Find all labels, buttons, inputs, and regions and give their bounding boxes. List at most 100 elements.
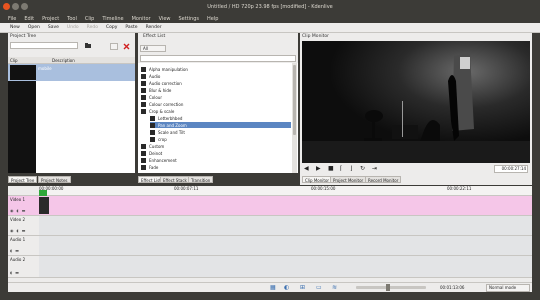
speaker-icon[interactable]: ◖ [17,228,19,233]
menu-monitor[interactable]: Monitor [132,16,151,22]
waveform-icon[interactable]: ≋ [332,284,337,291]
clip-dropdown-button[interactable] [110,43,118,50]
effect-category-enhancement[interactable]: Enhancement [141,157,291,163]
effect-category-audio-correction[interactable]: Audio correction [141,80,291,86]
menu-settings[interactable]: Settings [179,16,200,22]
track-name: Audio 2 [10,257,26,262]
effect-item-label: Colour [149,94,162,100]
effect-category-colour[interactable]: Colour [141,94,291,100]
redo-button[interactable]: Redo [87,25,98,30]
clip-thumbnail[interactable] [39,197,49,214]
loop-icon[interactable]: ↻ [360,165,365,172]
tab-clip-monitor[interactable]: Clip Monitor [302,176,333,183]
lock-icon[interactable]: ▬ [15,270,19,275]
effect-item-scale-tilt[interactable]: Scale and Tilt [150,129,300,135]
project-clip-row[interactable]: mobile [8,64,135,81]
undo-button[interactable]: Undo [67,25,79,30]
stop-icon[interactable]: ■ [328,165,334,172]
effect-category-crop[interactable]: Crop & scale [141,108,291,114]
effect-item-letterbox[interactable]: Letterbhbed [150,115,300,121]
effect-category-colour-correction[interactable]: Colour correction [141,101,291,107]
status-bar: ▦ ◐ ⊞ ▭ ≋ 00:01:13:06 Normal mode [8,282,532,292]
menu-tool[interactable]: Tool [67,16,77,22]
thumbnail-icon[interactable]: ▭ [316,284,322,291]
save-button[interactable]: Save [48,25,59,30]
effect-search-input[interactable] [140,55,296,62]
lock-icon[interactable]: ▬ [22,208,26,213]
effect-category-audio[interactable]: Audio [141,73,291,79]
track-lane-video2[interactable] [39,216,532,236]
track-lane-video1[interactable] [39,196,532,216]
main-toolbar: New Open Save Undo Redo Copy Paste Rende… [0,23,540,33]
timeline-ruler[interactable]: 00:00:00:00 00:00:07:11 00:00:15:00 00:0… [39,186,532,196]
speaker-icon[interactable]: ◖ [10,270,12,275]
zone-out-icon[interactable]: ⌋ [350,165,352,172]
effect-scrollbar[interactable] [292,63,297,173]
effect-category-alpha[interactable]: Alpha manipulation [141,66,291,72]
tab-effect-stack[interactable]: Effect Stack [160,176,190,183]
split-audio-icon[interactable]: ⊞ [300,284,305,291]
effect-filter-select[interactable]: All [140,45,166,52]
rewind-icon[interactable]: ◀ [304,165,309,172]
effect-tree: Alpha manipulation Audio Audio correctio… [138,63,298,173]
play-icon[interactable]: ▶ [316,165,321,172]
grid-icon[interactable]: ▦ [270,284,276,291]
track-header-audio2[interactable]: Audio 2 ◖ ▬ [8,256,39,278]
snap-icon[interactable]: ◐ [284,284,289,291]
effect-category-custom[interactable]: Custom [141,143,291,149]
speaker-icon[interactable]: ◖ [10,248,12,253]
clip-thumbnail [10,65,36,80]
folder-icon [141,143,146,149]
paste-button[interactable]: Paste [125,25,137,30]
lock-icon[interactable]: ▬ [15,248,19,253]
monitor-timecode[interactable]: 00:00:27:14 [494,165,528,173]
menu-view[interactable]: View [159,16,171,22]
effect-category-blur[interactable]: Blur & hide [141,87,291,93]
render-button[interactable]: Render [146,25,162,30]
tab-project-notes[interactable]: Project Notes [38,176,71,183]
seek-icon[interactable]: ⇥ [372,165,377,172]
new-button[interactable]: New [10,25,20,30]
menu-file[interactable]: File [8,16,16,22]
project-search-input[interactable] [10,42,78,49]
track-lane-audio1[interactable] [39,236,532,256]
zoom-slider[interactable] [356,284,426,291]
track-lane-audio2[interactable] [39,256,532,278]
menu-help[interactable]: Help [207,16,218,22]
effect-icon [150,136,155,142]
tab-record-monitor[interactable]: Record Monitor [365,176,402,183]
menu-clip[interactable]: Clip [85,16,94,22]
track-header-video2[interactable]: Video 2 ◉ ◖ ▬ [8,216,39,236]
track-header-video1[interactable]: Video 1 ◉ ◖ ▬ [8,196,39,216]
tab-transition[interactable]: Transition [188,176,214,183]
open-button[interactable]: Open [28,25,40,30]
effect-item-label: Audio [149,73,161,79]
eye-icon[interactable]: ◉ [10,208,14,213]
effect-item-crop[interactable]: crop [150,136,300,142]
edit-mode-value: Normal mode [489,285,517,290]
menu-project[interactable]: Project [42,16,59,22]
effect-item-pan-zoom[interactable]: Pan and Zoom [150,122,291,128]
add-clip-icon[interactable] [84,42,92,49]
lock-icon[interactable]: ▬ [22,228,26,233]
effect-list-title: Effect List [143,34,166,39]
speaker-icon[interactable]: ◖ [17,208,19,213]
effect-item-label: Letterbhbed [158,115,183,121]
menu-edit[interactable]: Edit [24,16,34,22]
effect-scrollbar-thumb[interactable] [293,65,296,135]
col-clip[interactable]: Clip [10,58,18,63]
tab-project-tree[interactable]: Project Tree [8,176,38,183]
zoom-slider-thumb[interactable] [386,284,390,291]
tab-project-monitor[interactable]: Project Monitor [330,176,367,183]
effect-category-fade[interactable]: Fade [141,164,291,170]
effect-item-label: Crop & scale [149,108,175,114]
zone-in-icon[interactable]: ⌈ [340,165,342,172]
eye-icon[interactable]: ◉ [10,228,14,233]
delete-clip-icon[interactable] [123,43,130,50]
effect-category-deinot[interactable]: Deinot [141,150,291,156]
menu-timeline[interactable]: Timeline [102,16,123,22]
copy-button[interactable]: Copy [106,25,117,30]
track-header-audio1[interactable]: Audio 1 ◖ ▬ [8,236,39,256]
edit-mode-select[interactable]: Normal mode [486,284,530,292]
col-description[interactable]: Description [52,58,75,63]
